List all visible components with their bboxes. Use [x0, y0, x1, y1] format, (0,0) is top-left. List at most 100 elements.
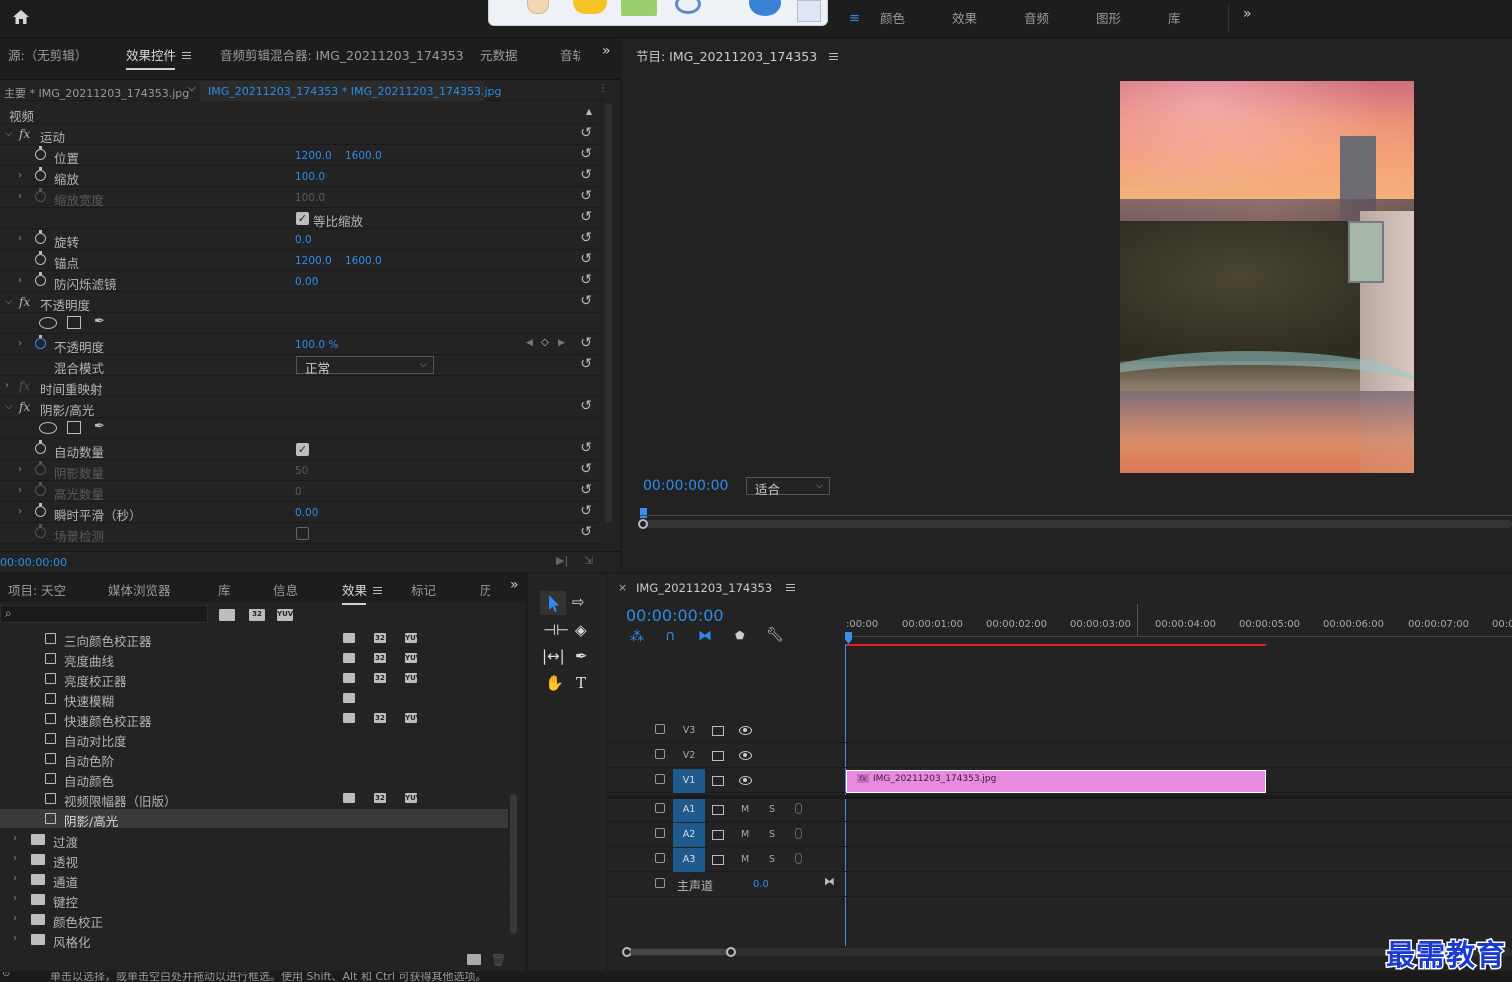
rectangle-mask-icon[interactable] [67, 421, 81, 434]
stopwatch-icon[interactable] [35, 167, 46, 181]
solo-button[interactable]: S [769, 829, 775, 840]
reset-icon[interactable]: ↺ [580, 125, 592, 141]
work-area-bar[interactable] [846, 644, 1266, 646]
eye-icon[interactable] [739, 776, 752, 785]
effect-time-remap[interactable]: › fx 时间重映射 [0, 376, 600, 397]
fit-select[interactable]: 适合 ⌵ [746, 477, 830, 497]
effects-scrollbar[interactable] [510, 794, 517, 934]
expand-chevron-icon[interactable]: › [18, 464, 22, 475]
list-item[interactable]: 自动颜色 [0, 769, 508, 789]
expand-chevron-icon[interactable]: › [13, 853, 17, 864]
pen-mask-icon[interactable]: ✒ [94, 314, 105, 329]
folder-keying[interactable]: › 键控 [0, 890, 508, 910]
selection-tool-button[interactable] [540, 591, 566, 615]
reset-icon[interactable]: ↺ [580, 293, 592, 309]
reset-icon[interactable]: ↺ [580, 209, 592, 225]
add-marker-icon[interactable]: ⬟ [735, 629, 745, 642]
solo-button[interactable]: S [769, 804, 775, 815]
list-item-selected[interactable]: 阴影/高光 [0, 809, 508, 829]
workspace-menu-icon[interactable]: ≡ [849, 11, 860, 26]
stopwatch-icon[interactable] [35, 503, 46, 517]
search-input[interactable] [19, 606, 205, 622]
magnifier-icon[interactable] [675, 0, 701, 14]
sync-lock-icon[interactable] [712, 855, 724, 865]
ellipse-mask-icon[interactable] [39, 422, 57, 434]
track-name[interactable]: A2 [673, 823, 705, 847]
tab-audio-clip-mixer[interactable]: 音频剪辑混合器: IMG_20211203_174353 [220, 45, 464, 64]
track-name[interactable]: A1 [673, 798, 705, 822]
expand-chevron-icon[interactable]: › [13, 873, 17, 884]
yuv-filter-icon[interactable]: YUV [277, 609, 293, 621]
zoom-handle[interactable] [638, 519, 648, 529]
reset-icon[interactable]: ↺ [580, 524, 592, 540]
effect-opacity[interactable]: ⌵ fx 不透明度 ↺ [0, 292, 600, 313]
list-item[interactable]: 自动色阶 [0, 749, 508, 769]
timeline-timecode[interactable]: 00:00:00:00 [626, 606, 724, 625]
reset-icon[interactable]: ↺ [580, 188, 592, 204]
opacity-value[interactable]: 100.0 % [295, 339, 338, 351]
program-scrubber[interactable] [638, 508, 1512, 532]
more-tabs-icon[interactable]: » [602, 43, 611, 59]
expand-chevron-icon[interactable]: › [13, 833, 17, 844]
tab-menu-icon[interactable] [182, 52, 192, 59]
info-icon[interactable] [749, 0, 781, 16]
collapse-chevron-icon[interactable]: ⌵ [5, 128, 13, 139]
mic-icon[interactable] [795, 828, 802, 839]
expand-chevron-icon[interactable]: › [18, 485, 22, 496]
workspace-tab-effects[interactable]: 效果 [952, 8, 977, 27]
expand-chevron-icon[interactable]: › [18, 338, 22, 349]
stopwatch-icon[interactable] [35, 440, 46, 454]
panel-resize-icon[interactable]: ⋮ [598, 83, 608, 94]
sync-lock-icon[interactable] [712, 830, 724, 840]
list-item[interactable]: 视频限幅器（旧版） 32 YUV [0, 789, 508, 809]
go-to-edit-icon[interactable]: ⧓ [824, 875, 835, 888]
fx-icon[interactable]: fx [19, 400, 30, 414]
mute-button[interactable]: M [741, 854, 749, 865]
collapse-chevron-icon[interactable]: ⌵ [5, 401, 13, 412]
add-keyframe-icon[interactable]: ◇ [541, 337, 549, 348]
pen-mask-icon[interactable]: ✒ [94, 419, 105, 434]
folder-transition[interactable]: › 过渡 [0, 830, 508, 850]
delete-icon[interactable]: 🗑 [491, 953, 506, 967]
tab-effects[interactable]: 效果 [342, 580, 383, 605]
eye-icon[interactable] [739, 726, 752, 735]
tab-media-browser[interactable]: 媒体浏览器 [108, 580, 171, 599]
export-frame-icon[interactable]: ⇲ [584, 554, 593, 567]
list-item[interactable]: 亮度曲线 32 YUV [0, 649, 508, 669]
program-title[interactable]: 节目: IMG_20211203_174353 [636, 46, 839, 65]
home-icon[interactable] [12, 9, 30, 25]
expand-chevron-icon[interactable]: › [13, 913, 17, 924]
position-y-value[interactable]: 1600.0 [345, 150, 382, 162]
mute-button[interactable]: M [741, 804, 749, 815]
mic-icon[interactable] [795, 853, 802, 864]
program-menu-icon[interactable] [829, 53, 839, 60]
workspace-tab-graphics[interactable]: 图形 [1096, 8, 1121, 27]
tab-markers[interactable]: 标记 [411, 580, 436, 599]
time-ruler[interactable]: :00:00 00:00:01:00 00:00:02:00 00:00:03:… [846, 604, 1512, 646]
export-icon[interactable] [621, 0, 657, 16]
list-item[interactable]: 三向颜色校正器 32 YUV [0, 629, 508, 649]
reset-icon[interactable]: ↺ [580, 146, 592, 162]
timeline-hscroll[interactable] [622, 947, 1512, 957]
slip-tool-icon[interactable]: |↔| [542, 647, 565, 665]
lock-icon[interactable] [655, 828, 665, 838]
clip-v1[interactable]: fx IMG_20211203_174353.jpg [846, 770, 1266, 793]
folder-channel[interactable]: › 通道 [0, 870, 508, 890]
stopwatch-icon[interactable] [35, 272, 46, 286]
scale-value[interactable]: 100.0 [295, 171, 325, 183]
effects-search[interactable]: ⌕ [0, 605, 208, 623]
expand-chevron-icon[interactable]: › [18, 191, 22, 202]
tab-history[interactable]: 历 [480, 580, 490, 599]
expand-chevron-icon[interactable]: › [18, 233, 22, 244]
tab-libraries[interactable]: 库 [218, 580, 231, 599]
anti-flicker-value[interactable]: 0.00 [295, 276, 318, 288]
expand-chevron-icon[interactable]: › [18, 170, 22, 181]
blend-mode-select[interactable]: 正常 ⌵ [296, 356, 434, 376]
more-workspaces-icon[interactable]: » [1243, 6, 1252, 22]
nest-icon[interactable]: ⁂ [630, 629, 644, 645]
lock-icon[interactable] [655, 774, 665, 784]
workspace-tab-color[interactable]: 颜色 [880, 8, 905, 27]
prev-keyframe-icon[interactable]: ◀ [526, 338, 533, 348]
zoom-bar[interactable] [640, 520, 1512, 528]
track-name[interactable]: V2 [673, 744, 705, 768]
